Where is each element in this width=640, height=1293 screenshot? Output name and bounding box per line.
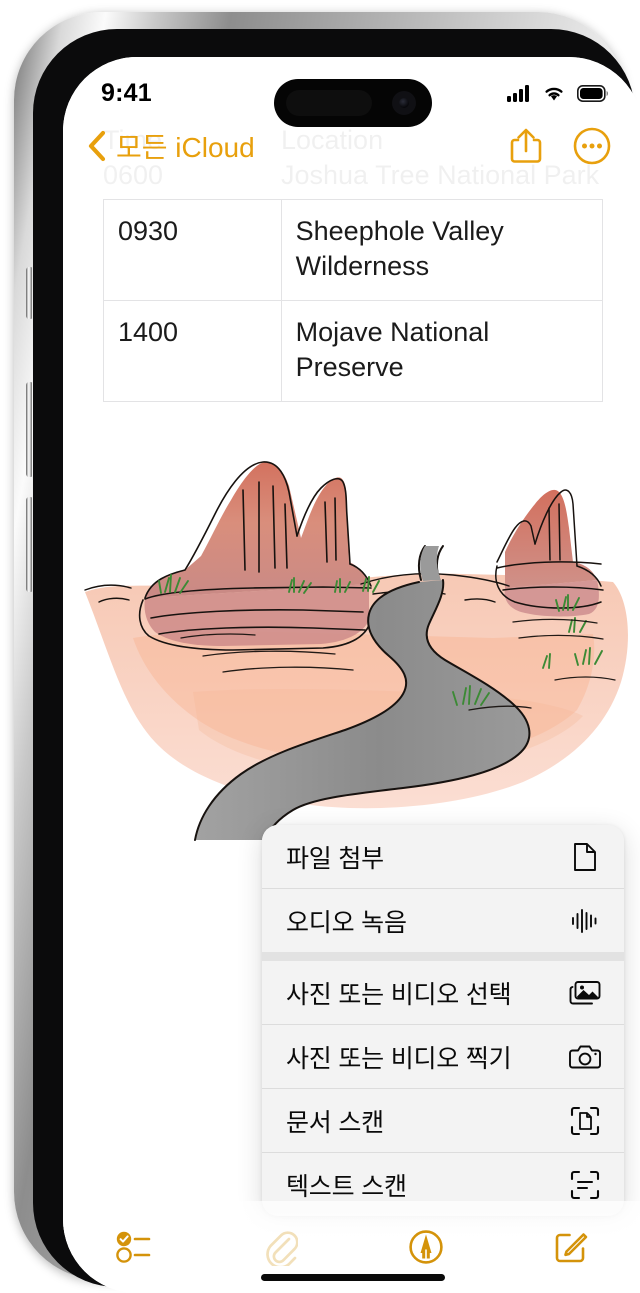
compose-icon — [555, 1233, 587, 1263]
text-scan-icon — [568, 1170, 602, 1200]
volume-down-button[interactable] — [26, 497, 32, 592]
paperclip-icon — [265, 1231, 298, 1266]
front-camera-icon — [392, 91, 416, 115]
menu-item-label: 문서 스캔 — [286, 1108, 384, 1137]
phone-frame: Time Location 0600 Joshua Tree National … — [14, 12, 640, 1293]
table-cell-location[interactable]: Mojave National Preserve — [280, 300, 604, 403]
menu-item-choose-photo-or-video[interactable]: 사진 또는 비디오 선택 — [262, 961, 624, 1024]
dynamic-island — [274, 79, 432, 127]
markup-button[interactable] — [393, 1220, 459, 1274]
checklist-button[interactable] — [103, 1220, 169, 1274]
status-icons — [507, 84, 609, 102]
mesa-right — [495, 489, 604, 617]
attachment-menu[interactable]: 파일 첨부 오디오 녹음 사진 또는 비디오 선택 사진 또는 비디오 찍기 문… — [262, 825, 624, 1216]
home-indicator[interactable] — [261, 1274, 445, 1281]
compose-button[interactable] — [538, 1220, 604, 1274]
volume-up-button[interactable] — [26, 382, 32, 477]
camera-icon — [568, 1044, 602, 1070]
table-row[interactable]: 1400 Mojave National Preserve — [103, 300, 604, 403]
cellular-bars-icon — [507, 85, 529, 102]
audio-waveform-icon — [568, 907, 602, 935]
menu-item-attach-file[interactable]: 파일 첨부 — [262, 825, 624, 888]
back-button[interactable]: 모든 iCloud — [87, 126, 255, 166]
wifi-icon — [545, 87, 563, 101]
phone-bezel: Time Location 0600 Joshua Tree National … — [33, 29, 640, 1293]
menu-item-label: 사진 또는 비디오 찍기 — [286, 1044, 512, 1073]
action-button[interactable] — [26, 267, 32, 319]
table-cell-time[interactable]: 1400 — [103, 300, 282, 403]
menu-item-record-audio[interactable]: 오디오 녹음 — [262, 889, 624, 952]
document-scan-icon — [568, 1106, 602, 1136]
mesa-left — [138, 461, 372, 651]
note-table[interactable]: 0930 Sheephole Valley Wilderness 1400 Mo… — [103, 198, 604, 403]
menu-item-scan-documents[interactable]: 문서 스캔 — [262, 1089, 624, 1152]
earpiece-speaker — [286, 90, 372, 116]
share-icon[interactable] — [509, 127, 543, 165]
chevron-left-icon — [88, 130, 106, 162]
ellipsis-circle-icon[interactable] — [573, 127, 611, 165]
attachment-button[interactable] — [248, 1220, 314, 1274]
status-time: 9:41 — [101, 78, 152, 107]
photo-library-icon — [568, 979, 602, 1007]
checklist-icon — [115, 1231, 150, 1263]
phone-screen: Time Location 0600 Joshua Tree National … — [63, 57, 640, 1293]
desert-landscape-sketch[interactable] — [73, 442, 638, 842]
menu-item-label: 사진 또는 비디오 선택 — [286, 980, 512, 1009]
table-cell-time[interactable]: 0930 — [103, 198, 282, 302]
table-row[interactable]: 0930 Sheephole Valley Wilderness — [103, 198, 604, 302]
document-icon — [568, 842, 602, 872]
menu-item-label: 파일 첨부 — [286, 844, 384, 873]
menu-item-take-photo-or-video[interactable]: 사진 또는 비디오 찍기 — [262, 1025, 624, 1088]
back-button-label: 모든 iCloud — [116, 132, 255, 163]
menu-group-separator — [262, 952, 624, 961]
battery-full-icon — [577, 84, 608, 102]
nav-actions — [509, 127, 611, 165]
table-cell-location[interactable]: Sheephole Valley Wilderness — [280, 198, 604, 302]
menu-item-label: 텍스트 스캔 — [286, 1172, 407, 1201]
menu-item-label: 오디오 녹음 — [286, 908, 407, 937]
markup-pen-circle-icon — [408, 1230, 443, 1264]
